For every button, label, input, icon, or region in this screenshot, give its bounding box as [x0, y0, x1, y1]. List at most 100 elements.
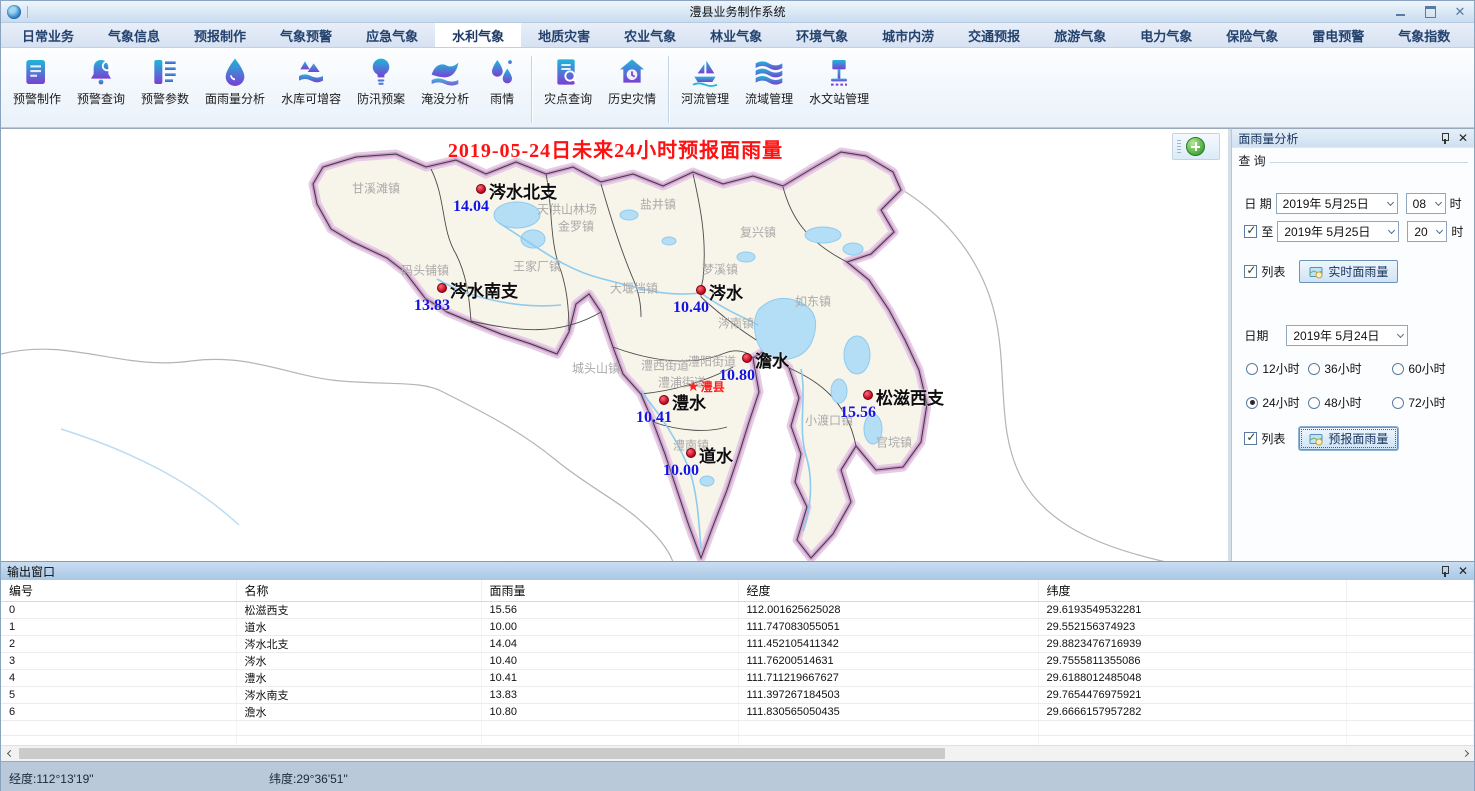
menu-item-1[interactable]: 气象信息: [91, 23, 177, 47]
tool-reservoir[interactable]: 水库可增容: [273, 52, 349, 109]
radio-icon[interactable]: [1308, 363, 1320, 375]
zoom-in-icon[interactable]: [1186, 137, 1205, 156]
scroll-left-icon[interactable]: [1, 746, 17, 761]
station-dot-icon[interactable]: [742, 353, 752, 363]
station-dot-icon[interactable]: [437, 283, 447, 293]
station-dot-icon[interactable]: [696, 285, 706, 295]
start-date-select[interactable]: 2019年 5月25日: [1276, 193, 1398, 214]
forecast-date-select[interactable]: 2019年 5月24日: [1286, 325, 1408, 346]
radio-label: 48小时: [1324, 394, 1361, 411]
end-hour-unit: 时: [1451, 223, 1463, 240]
toolbar-grip-icon[interactable]: [1177, 140, 1181, 154]
menu-item-17[interactable]: 后台管理: [1467, 23, 1475, 47]
tool-raindrops[interactable]: 雨情: [477, 52, 527, 109]
station-dot-icon[interactable]: [476, 184, 486, 194]
menu-item-13[interactable]: 电力气象: [1123, 23, 1209, 47]
tool-doc-search[interactable]: 灾点查询: [536, 52, 600, 109]
table-row[interactable]: 0松滋西支15.56112.00162562502829.61935495322…: [1, 601, 1474, 618]
tool-river-boat[interactable]: 河流管理: [673, 52, 737, 109]
bell-search-icon: [84, 56, 118, 88]
radio-option-5[interactable]: 72小时: [1392, 394, 1464, 411]
station-name: 松滋西支: [876, 384, 944, 409]
table-row[interactable]: 5涔水南支13.83111.39726718450329.76544769759…: [1, 686, 1474, 703]
radio-option-2[interactable]: 60小时: [1392, 360, 1464, 377]
table-row[interactable]: 3涔水10.40111.7620051463129.7555811355086: [1, 652, 1474, 669]
county-seat-marker: 澧县: [687, 378, 725, 395]
forecast-rain-button[interactable]: 预报面雨量: [1299, 427, 1398, 450]
menu-item-0[interactable]: 日常业务: [5, 23, 91, 47]
tool-rain-analysis[interactable]: 面雨量分析: [197, 52, 273, 109]
radio-icon[interactable]: [1308, 397, 1320, 409]
start-hour-select[interactable]: 08: [1406, 193, 1446, 214]
end-date-select[interactable]: 2019年 5月25日: [1277, 221, 1399, 242]
output-window: 输出窗口 编号名称面雨量经度纬度 0松滋西支15.56112.001625625…: [1, 561, 1474, 745]
table-cell: 111.76200514631: [738, 652, 1038, 669]
station-dot-icon[interactable]: [863, 390, 873, 400]
table-row[interactable]: 6澹水10.80111.83056505043529.6666157957282: [1, 703, 1474, 720]
tool-label: 预警查询: [77, 90, 125, 107]
menu-item-4[interactable]: 应急气象: [349, 23, 435, 47]
station-dot-icon[interactable]: [659, 395, 669, 405]
tool-bell-params[interactable]: 预警参数: [133, 52, 197, 109]
menu-item-6[interactable]: 地质灾害: [521, 23, 607, 47]
radio-option-1[interactable]: 36小时: [1308, 360, 1392, 377]
menu-item-3[interactable]: 气象预警: [263, 23, 349, 47]
menu-item-8[interactable]: 林业气象: [693, 23, 779, 47]
scroll-right-icon[interactable]: [1458, 746, 1474, 761]
map-canvas[interactable]: 2019-05-24日未来24小时预报面雨量 甘溪滩镇天供山林场金罗镇盐井镇复兴…: [1, 128, 1228, 561]
toolbar-group-separator: [531, 56, 532, 123]
radio-icon[interactable]: [1246, 397, 1258, 409]
table-row[interactable]: 1道水10.00111.74708305505129.552156374923: [1, 618, 1474, 635]
minimize-button[interactable]: [1392, 5, 1408, 19]
pin-icon[interactable]: [1440, 132, 1450, 144]
menu-item-9[interactable]: 环境气象: [779, 23, 865, 47]
tool-bell-search[interactable]: 预警查询: [69, 52, 133, 109]
output-table: 编号名称面雨量经度纬度 0松滋西支15.56112.00162562502829…: [1, 580, 1474, 745]
pin-icon[interactable]: [1440, 565, 1450, 577]
close-output-icon[interactable]: [1458, 565, 1468, 577]
county-map: [1, 129, 1228, 561]
table-cell: 松滋西支: [236, 601, 481, 618]
radio-option-0[interactable]: 12小时: [1246, 360, 1308, 377]
tool-bulb[interactable]: 防汛预案: [349, 52, 413, 109]
group-divider: [1270, 162, 1468, 163]
close-window-button[interactable]: [1452, 5, 1468, 19]
menu-item-16[interactable]: 气象指数: [1381, 23, 1467, 47]
to-label: 至: [1261, 223, 1273, 240]
horizontal-scrollbar[interactable]: [1, 745, 1474, 761]
realtime-rain-button[interactable]: 实时面雨量: [1299, 260, 1398, 283]
table-row[interactable]: 2涔水北支14.04111.45210541134229.88234767169…: [1, 635, 1474, 652]
maximize-button[interactable]: [1422, 5, 1438, 19]
menu-item-15[interactable]: 雷电预警: [1295, 23, 1381, 47]
menu-item-11[interactable]: 交通预报: [951, 23, 1037, 47]
menu-item-5[interactable]: 水利气象: [435, 23, 521, 47]
forecast-list-checkbox[interactable]: [1244, 432, 1257, 445]
radio-icon[interactable]: [1392, 397, 1404, 409]
close-panel-icon[interactable]: [1458, 132, 1468, 144]
radio-icon[interactable]: [1392, 363, 1404, 375]
tool-history-house[interactable]: 历史灾情: [600, 52, 664, 109]
window-title: 澧县业务制作系统: [1, 3, 1474, 20]
realtime-list-checkbox[interactable]: [1244, 265, 1257, 278]
menu-item-12[interactable]: 旅游气象: [1037, 23, 1123, 47]
tool-basin-waves[interactable]: 流域管理: [737, 52, 801, 109]
tool-label: 预警制作: [13, 90, 61, 107]
scrollbar-thumb[interactable]: [19, 748, 945, 759]
to-checkbox[interactable]: [1244, 225, 1257, 238]
tool-hydro-station[interactable]: 水文站管理: [801, 52, 877, 109]
end-hour-select[interactable]: 20: [1407, 221, 1447, 242]
radio-option-3[interactable]: 24小时: [1246, 394, 1308, 411]
output-column-header: 经度: [738, 580, 1038, 601]
radio-label: 60小时: [1408, 360, 1445, 377]
tool-flood-wave[interactable]: 淹没分析: [413, 52, 477, 109]
radio-option-4[interactable]: 48小时: [1308, 394, 1392, 411]
table-row[interactable]: 4澧水10.41111.71121966762729.6188012485048: [1, 669, 1474, 686]
table-cell: 0: [1, 601, 236, 618]
station-dot-icon[interactable]: [686, 448, 696, 458]
menu-item-14[interactable]: 保险气象: [1209, 23, 1295, 47]
menu-item-10[interactable]: 城市内涝: [865, 23, 951, 47]
radio-icon[interactable]: [1246, 363, 1258, 375]
tool-doc-edit[interactable]: 预警制作: [5, 52, 69, 109]
menu-item-2[interactable]: 预报制作: [177, 23, 263, 47]
menu-item-7[interactable]: 农业气象: [607, 23, 693, 47]
